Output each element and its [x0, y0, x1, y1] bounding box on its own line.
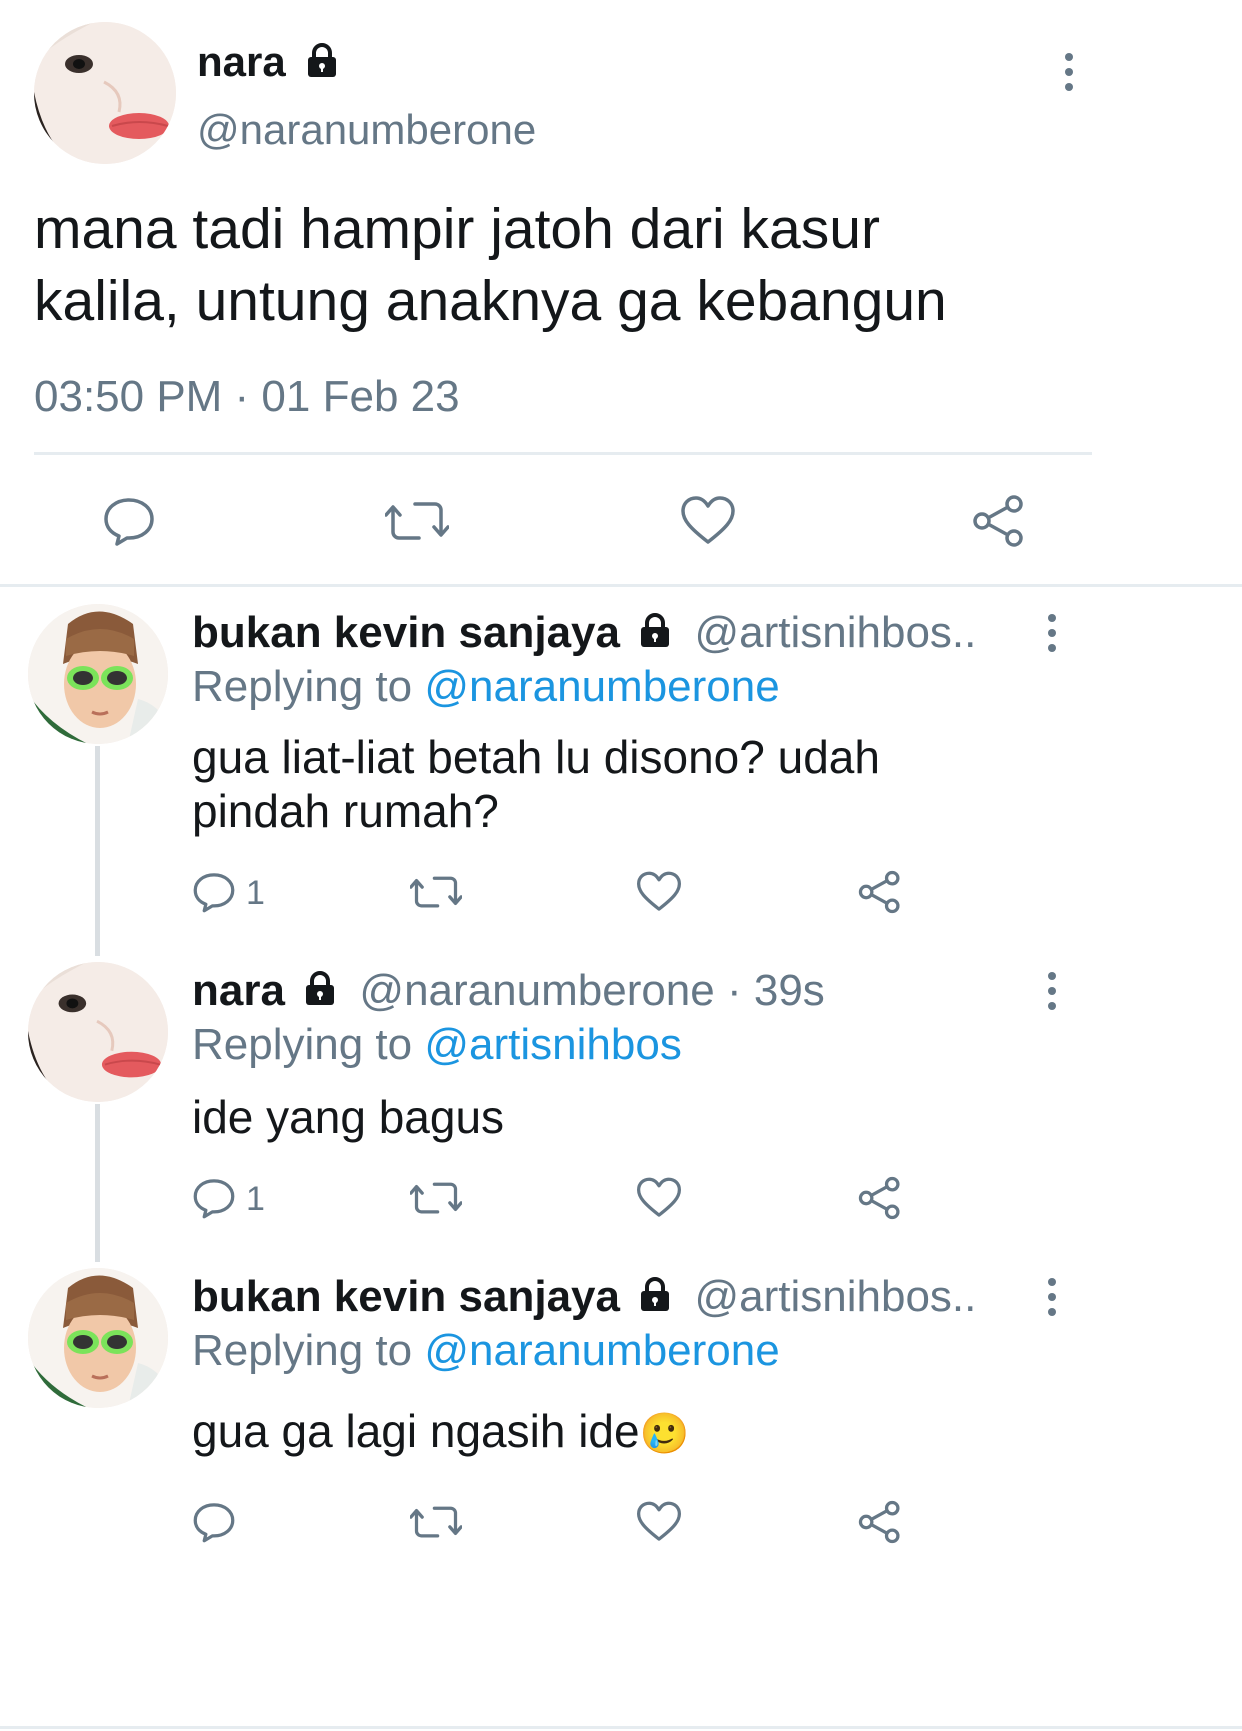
- lock-icon: [636, 610, 674, 660]
- reply-count: 1: [246, 874, 265, 912]
- reply2-author-handle[interactable]: @naranumberone · 39s: [359, 966, 824, 1015]
- more-options-icon[interactable]: [1045, 972, 1059, 1010]
- reply1-replying-to: Replying to @naranumberone: [192, 662, 780, 712]
- retweet-icon[interactable]: [410, 1176, 462, 1220]
- thread-line: [95, 746, 100, 956]
- heart-icon[interactable]: [636, 1500, 682, 1544]
- reply2-text-line1: ide yang bagus: [192, 1091, 505, 1143]
- reply2-replying-to: Replying to @artisnihbos: [192, 1020, 682, 1070]
- reply3-text-line1: gua ga lagi ngasih ide: [192, 1405, 640, 1457]
- reply2-author-name[interactable]: nara @naranumberone · 39s: [192, 966, 825, 1018]
- thread-line: [95, 1104, 100, 1262]
- heart-icon[interactable]: [680, 494, 736, 548]
- more-options-icon[interactable]: [1045, 614, 1059, 652]
- main-author-name[interactable]: nara: [197, 38, 341, 89]
- replying-to-link[interactable]: @artisnihbos: [424, 1020, 681, 1069]
- share-icon[interactable]: [858, 870, 902, 914]
- share-icon[interactable]: [858, 1176, 902, 1220]
- retweet-icon[interactable]: [410, 1500, 462, 1544]
- avatar-nara[interactable]: [34, 22, 176, 164]
- retweet-icon[interactable]: [410, 870, 462, 914]
- reply-icon[interactable]: [192, 870, 236, 914]
- lock-icon: [301, 968, 339, 1018]
- heart-icon[interactable]: [636, 1176, 682, 1220]
- author-name-text: nara: [192, 966, 285, 1015]
- main-author-handle[interactable]: @naranumberone: [197, 106, 536, 154]
- reply1-author-name[interactable]: bukan kevin sanjaya @artisnihbos..: [192, 608, 976, 660]
- main-tweet-divider: [34, 452, 1092, 455]
- bottom-divider: [0, 1726, 1242, 1729]
- replying-to-link[interactable]: @naranumberone: [424, 662, 779, 711]
- replying-to-link[interactable]: @naranumberone: [424, 1326, 779, 1375]
- reply2-text: ide yang bagus: [192, 1090, 504, 1144]
- lock-icon: [303, 41, 341, 89]
- heart-icon[interactable]: [636, 870, 682, 914]
- main-tweet-text: mana tadi hampir jatoh dari kasur kalila…: [34, 193, 947, 337]
- replying-label: Replying to: [192, 1326, 413, 1375]
- more-options-icon[interactable]: [1045, 1278, 1059, 1316]
- replying-label: Replying to: [192, 1020, 413, 1069]
- section-divider: [0, 584, 1242, 587]
- reply1-author-handle[interactable]: @artisnihbos..: [694, 608, 976, 657]
- retweet-icon[interactable]: [385, 494, 449, 548]
- reply3-author-handle[interactable]: @artisnihbos..: [694, 1272, 976, 1321]
- crying-smile-emoji: 🥲: [639, 1412, 690, 1456]
- avatar-nara[interactable]: [28, 962, 168, 1102]
- reply-icon[interactable]: [102, 494, 156, 548]
- reply3-author-name[interactable]: bukan kevin sanjaya @artisnihbos..: [192, 1272, 976, 1324]
- main-tweet-text-line2: kalila, untung anaknya ga kebangun: [34, 269, 947, 333]
- lock-icon: [636, 1274, 674, 1324]
- reply1-text-line1: gua liat-liat betah lu disono? udah: [192, 731, 880, 783]
- reply-icon[interactable]: [192, 1500, 236, 1544]
- share-icon[interactable]: [972, 494, 1026, 548]
- reply-count: 1: [246, 1180, 265, 1218]
- reply3-text: gua ga lagi ngasih ide🥲: [192, 1404, 689, 1461]
- avatar-bukan-kevin[interactable]: [28, 604, 168, 744]
- author-name-text: bukan kevin sanjaya: [192, 608, 620, 657]
- reply1-text: gua liat-liat betah lu disono? udah pind…: [192, 730, 880, 838]
- reply1-text-line2: pindah rumah?: [192, 785, 499, 837]
- main-tweet-timestamp: 03:50 PM · 01 Feb 23: [34, 372, 460, 421]
- author-name-text: bukan kevin sanjaya: [192, 1272, 620, 1321]
- reply-icon[interactable]: [192, 1176, 236, 1220]
- author-name-text: nara: [197, 38, 286, 85]
- avatar-bukan-kevin[interactable]: [28, 1268, 168, 1408]
- main-tweet-text-line1: mana tadi hampir jatoh dari kasur: [34, 197, 880, 261]
- replying-label: Replying to: [192, 662, 413, 711]
- more-options-icon[interactable]: [1062, 53, 1076, 91]
- share-icon[interactable]: [858, 1500, 902, 1544]
- reply3-replying-to: Replying to @naranumberone: [192, 1326, 780, 1376]
